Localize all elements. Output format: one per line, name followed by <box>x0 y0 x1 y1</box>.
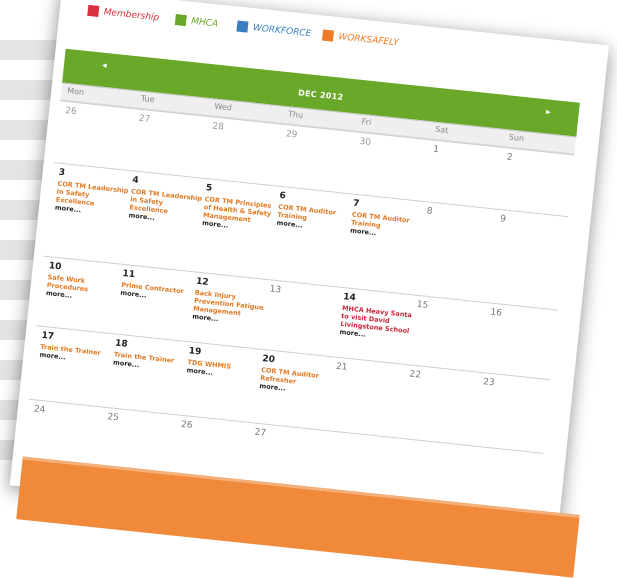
dow-label: Fri <box>361 117 372 128</box>
day-cell[interactable]: 12 Back Injury Prevention Fatigue Managem… <box>192 277 268 328</box>
day-cell[interactable]: 26 <box>180 420 253 437</box>
day-number: 27 <box>254 427 267 439</box>
day-number: 8 <box>426 206 433 217</box>
mhca-swatch <box>174 14 187 27</box>
legend-label: MHCA <box>190 16 219 29</box>
membership-swatch <box>87 4 100 17</box>
day-cell[interactable]: 26 <box>65 106 138 123</box>
legend-label: WORKFORCE <box>252 22 312 39</box>
day-cell[interactable]: 7 COR TM Auditor Training more... <box>350 199 425 242</box>
worksafely-swatch <box>321 29 335 42</box>
day-cell[interactable]: 4 COR TM Leadership in Safety Excellence m… <box>128 175 204 226</box>
day-cell[interactable]: 23 <box>483 377 556 394</box>
day-number: 28 <box>211 121 225 133</box>
day-number <box>402 443 474 451</box>
day-number <box>329 435 401 443</box>
day-cell[interactable]: 24 <box>33 404 106 421</box>
day-cell[interactable]: 22 <box>409 369 482 386</box>
day-cell[interactable]: 25 <box>107 412 180 429</box>
dow-label: Tue <box>140 93 155 105</box>
day-cell[interactable]: 19 TDG WHMIS more... <box>186 346 261 381</box>
workforce-swatch <box>236 20 249 33</box>
day-number: 23 <box>482 377 496 389</box>
day-cell[interactable]: 14 MHCA Heavy Santa to visit David Living… <box>339 292 415 343</box>
day-cell[interactable]: 30 <box>359 137 432 154</box>
day-cell[interactable]: 27 <box>138 114 211 131</box>
category-legend: Membership MHCA WORKFORCE WORKSAFELY <box>86 4 399 48</box>
day-cell[interactable]: 29 <box>285 129 358 146</box>
day-number: 30 <box>359 136 372 149</box>
day-cell[interactable]: 2 <box>506 152 579 169</box>
day-number: 24 <box>33 404 46 416</box>
day-number: 27 <box>138 113 151 125</box>
day-cell[interactable]: 15 <box>416 300 489 317</box>
day-cell[interactable]: 10 Safe Work Procedures more... <box>46 261 121 304</box>
day-number: 1 <box>432 144 440 156</box>
day-cell[interactable]: 28 <box>212 122 285 139</box>
dow-label: Mon <box>66 86 85 97</box>
day-cell[interactable]: 20 COR TM Auditor Refresher more... <box>259 354 334 397</box>
day-number: 9 <box>499 214 507 225</box>
day-number: 26 <box>180 419 193 432</box>
day-cell[interactable]: 11 Prime Contractor more... <box>120 269 195 304</box>
dow-label: Thu <box>287 109 304 120</box>
day-cell[interactable]: 21 <box>335 362 408 379</box>
day-number: 22 <box>408 369 422 381</box>
day-number: 13 <box>269 284 282 296</box>
day-cell[interactable] <box>329 435 401 443</box>
legend-label: WORKSAFELY <box>337 31 400 48</box>
day-number: 26 <box>64 106 78 118</box>
day-cell[interactable]: 3 COR TM Leadership in Safety Excellence m… <box>55 168 131 219</box>
day-cell[interactable] <box>402 443 474 451</box>
legend-item-membership[interactable]: Membership <box>87 4 160 23</box>
day-cell[interactable]: 18 Train the Trainer more... <box>113 339 188 374</box>
legend-item-mhca[interactable]: MHCA <box>174 14 219 29</box>
legend-label: Membership <box>103 7 160 23</box>
legend-item-worksafely[interactable]: WORKSAFELY <box>321 29 400 49</box>
day-number: 2 <box>506 152 513 163</box>
day-cell[interactable]: 9 <box>500 214 573 231</box>
day-cell[interactable]: 16 <box>490 308 563 325</box>
day-cell[interactable]: 17 Train the Trainer more... <box>39 331 114 366</box>
calendar-page: Membership MHCA WORKFORCE WORKSAFELY ◂ D… <box>9 0 609 578</box>
day-cell[interactable]: 8 <box>426 206 499 223</box>
dow-label: Sun <box>508 132 525 144</box>
day-cell[interactable]: 5 COR TM Principles of Health & Safety Ma… <box>202 183 278 234</box>
day-cell[interactable]: 27 <box>254 428 327 445</box>
dow-label: Wed <box>214 101 233 113</box>
legend-item-workforce[interactable]: WORKFORCE <box>236 20 312 40</box>
day-cell[interactable]: 6 COR TM Auditor Training more... <box>276 191 351 234</box>
day-number: 16 <box>489 307 503 319</box>
day-number: 21 <box>335 361 348 373</box>
dow-label: Sat <box>434 124 449 136</box>
day-number: 15 <box>416 299 429 311</box>
day-number: 29 <box>285 129 298 141</box>
day-number: 25 <box>106 412 120 424</box>
day-cell[interactable]: 1 <box>433 145 506 162</box>
day-cell[interactable]: 13 <box>269 284 342 301</box>
